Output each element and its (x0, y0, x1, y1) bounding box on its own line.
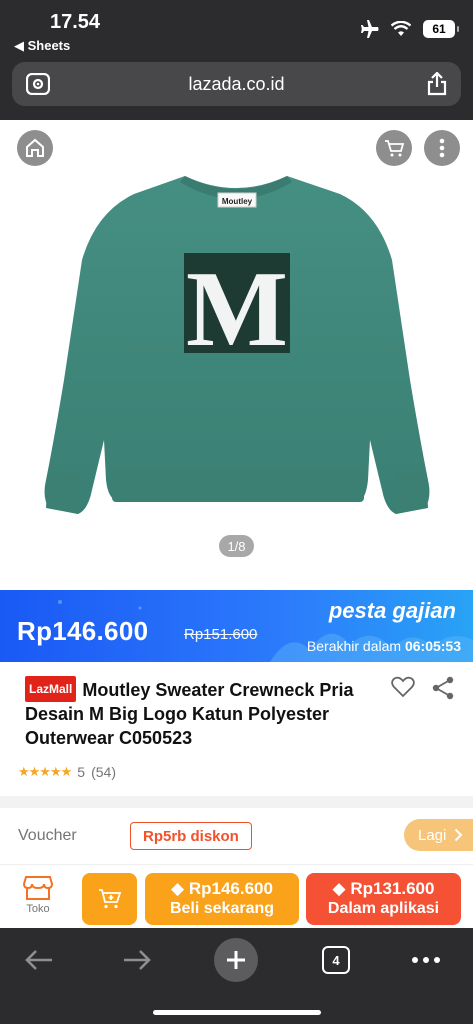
add-to-cart-icon (98, 889, 121, 909)
airplane-icon (361, 20, 379, 38)
product-title-block: LazMall Moutley Sweater Crewneck Pria Des… (25, 676, 375, 750)
menu-button[interactable] (408, 942, 444, 978)
back-to-app-link[interactable]: ◀ Sheets (14, 38, 70, 54)
tabs-button[interactable]: 4 (321, 942, 351, 978)
tag-icon: ◆ (332, 879, 346, 898)
buy-now-price-row: ◆ Rp146.600 (145, 879, 299, 899)
forward-button[interactable] (120, 942, 154, 978)
status-time: 17.54 (50, 11, 101, 33)
tabs-icon: 4 (322, 946, 350, 974)
lazmall-badge: LazMall (25, 676, 77, 702)
forward-arrow-icon (124, 950, 151, 970)
store-label: Toko (26, 903, 50, 915)
bottom-action-bar: Toko ◆ Rp146.600 Beli sekarang ◆ Rp131.6… (0, 864, 473, 928)
buy-now-price: Rp146.600 (188, 879, 273, 898)
home-button[interactable] (17, 130, 53, 166)
voucher-label: Voucher (18, 827, 77, 844)
price-banner: Rp146.600 Rp151.600 pesta gajian Berakhi… (0, 590, 473, 662)
back-arrow-icon (25, 950, 52, 970)
back-button[interactable] (22, 942, 56, 978)
store-icon (23, 876, 53, 900)
product-info: LazMall Moutley Sweater Crewneck Pria Des… (0, 662, 473, 792)
share-page-icon[interactable] (427, 72, 447, 96)
home-icon (26, 138, 44, 157)
voucher-more-label: Lagi (418, 826, 447, 844)
new-tab-button[interactable] (214, 938, 258, 982)
wifi-icon (391, 21, 411, 36)
cart-icon (385, 140, 405, 157)
url-bar[interactable]: lazada.co.id (12, 62, 461, 106)
rating-count: (54) (91, 764, 116, 780)
share-icon[interactable] (431, 676, 455, 700)
section-divider (0, 796, 473, 808)
more-icon (439, 138, 445, 158)
browser-chrome: 17.54 ◀ Sheets 61 lazada.co.id (0, 0, 473, 120)
voucher-row[interactable]: Voucher Rp5rb diskon Lagi (0, 808, 473, 864)
heart-icon[interactable] (391, 676, 415, 698)
countdown: Berakhir dalam 06:05:53 (307, 638, 461, 654)
image-counter: 1/8 (219, 535, 254, 557)
voucher-more-button[interactable]: Lagi (404, 819, 473, 851)
more-options-button[interactable] (424, 130, 460, 166)
rating-row[interactable]: ★★★★★ 5 (54) (18, 764, 116, 780)
menu-dots-icon (412, 957, 440, 963)
home-indicator (153, 1010, 321, 1015)
battery-indicator: 61 (423, 20, 459, 38)
app-label: Dalam aplikasi (327, 900, 440, 917)
back-app-label: Sheets (27, 38, 71, 53)
buy-now-label: Beli sekarang (169, 900, 275, 917)
status-icons: 61 (359, 20, 459, 38)
star-rating: ★★★★★ (18, 764, 72, 779)
campaign-logo: pesta gajian (328, 598, 456, 623)
app-price: Rp131.600 (350, 879, 435, 898)
countdown-label: Berakhir dalam (306, 638, 402, 654)
sweater-image: Moutley M (44, 176, 430, 514)
rating-value: 5 (77, 764, 86, 780)
buy-in-app-button[interactable]: ◆ Rp131.600 Dalam aplikasi (306, 873, 461, 925)
title-actions (391, 676, 455, 700)
neck-label-text: Moutley (222, 197, 253, 206)
m-logo-patch: M (186, 250, 288, 369)
store-button[interactable]: Toko (18, 875, 58, 915)
tag-icon: ◆ (171, 879, 185, 898)
chevron-right-icon (455, 828, 463, 842)
buy-now-button[interactable]: ◆ Rp146.600 Beli sekarang (145, 873, 299, 925)
app-price-row: ◆ Rp131.600 (306, 879, 461, 899)
product-image-gallery[interactable]: Moutley M 1/8 (0, 120, 473, 590)
original-price: Rp151.600 (184, 626, 258, 643)
url-text[interactable]: lazada.co.id (12, 74, 461, 95)
promo-price: Rp146.600 (17, 616, 149, 646)
add-to-cart-button[interactable] (82, 873, 137, 925)
voucher-chip[interactable]: Rp5rb diskon (130, 822, 252, 850)
cart-button[interactable] (376, 130, 412, 166)
new-tab-icon (214, 938, 258, 982)
countdown-time: 06:05:53 (404, 638, 461, 654)
